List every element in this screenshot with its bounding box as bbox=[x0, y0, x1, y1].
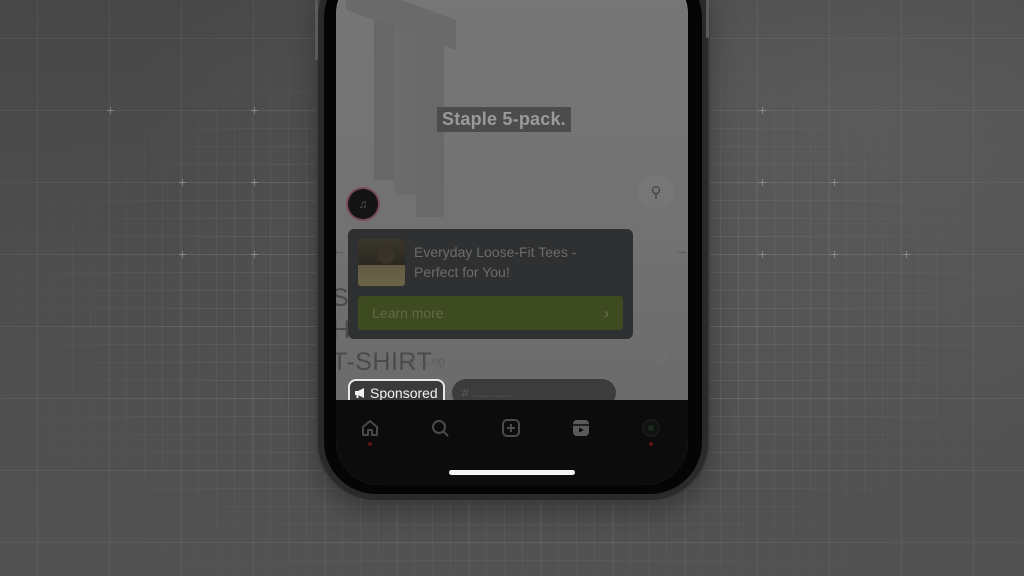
ad-thumbnail bbox=[358, 239, 405, 286]
arrow-left-icon: ← bbox=[336, 242, 346, 258]
sparkle-icon bbox=[107, 107, 114, 114]
learn-more-button[interactable]: Learn more › bbox=[358, 296, 623, 330]
creator-avatar[interactable]: ♫ bbox=[348, 189, 378, 219]
notification-dot bbox=[649, 442, 653, 446]
profile-icon bbox=[642, 419, 660, 437]
magnifier-icon: ⚲ bbox=[650, 184, 662, 201]
sparkle-icon bbox=[831, 179, 838, 186]
sparkle-icon bbox=[179, 251, 186, 258]
nav-home[interactable] bbox=[358, 416, 382, 446]
sparkle-icon bbox=[251, 107, 258, 114]
post-media[interactable]: Staple 5-pack. ⚲ ♫ ← → S M HED T-SHIRT ♡… bbox=[336, 0, 688, 400]
search-icon bbox=[432, 420, 449, 437]
music-note-icon: ♫ bbox=[358, 197, 368, 211]
sponsored-label: Sponsored bbox=[370, 385, 438, 401]
media-caption: Staple 5-pack. bbox=[437, 107, 571, 132]
home-indicator[interactable] bbox=[449, 470, 575, 475]
phone-side-button bbox=[706, 0, 709, 38]
chevron-right-icon: › bbox=[604, 304, 609, 322]
nav-create[interactable] bbox=[499, 416, 523, 440]
nav-reels[interactable] bbox=[569, 416, 593, 440]
ad-title: Everyday Loose-Fit Tees - Perfect for Yo… bbox=[414, 244, 577, 280]
nav-search[interactable] bbox=[428, 416, 452, 440]
music-label: ♫ ....ng bbox=[406, 354, 446, 368]
reels-icon bbox=[573, 420, 589, 436]
sparkle-icon bbox=[759, 179, 766, 186]
learn-more-label: Learn more bbox=[372, 305, 444, 321]
megaphone-icon bbox=[355, 388, 364, 398]
ad-card[interactable]: Everyday Loose-Fit Tees - Perfect for Yo… bbox=[348, 229, 633, 339]
plus-square-icon bbox=[502, 419, 520, 437]
sparkle-icon bbox=[179, 179, 186, 186]
sparkle-icon bbox=[251, 251, 258, 258]
sparkle-icon bbox=[759, 251, 766, 258]
zoom-button[interactable]: ⚲ bbox=[638, 174, 674, 210]
notification-dot bbox=[368, 442, 372, 446]
sparkle-icon bbox=[251, 179, 258, 186]
sparkle-icon bbox=[831, 251, 838, 258]
nav-profile[interactable] bbox=[639, 416, 663, 446]
hashtag-label: # ............ bbox=[462, 386, 513, 400]
phone-screen: Staple 5-pack. ⚲ ♫ ← → S M HED T-SHIRT ♡… bbox=[336, 0, 688, 485]
sparkle-icon bbox=[903, 251, 910, 258]
sparkle-icon bbox=[759, 107, 766, 114]
like-outline-icon[interactable]: ♡ bbox=[654, 348, 668, 368]
home-icon bbox=[362, 420, 378, 436]
arrow-right-icon: → bbox=[674, 242, 688, 258]
phone-side-button bbox=[315, 0, 318, 60]
